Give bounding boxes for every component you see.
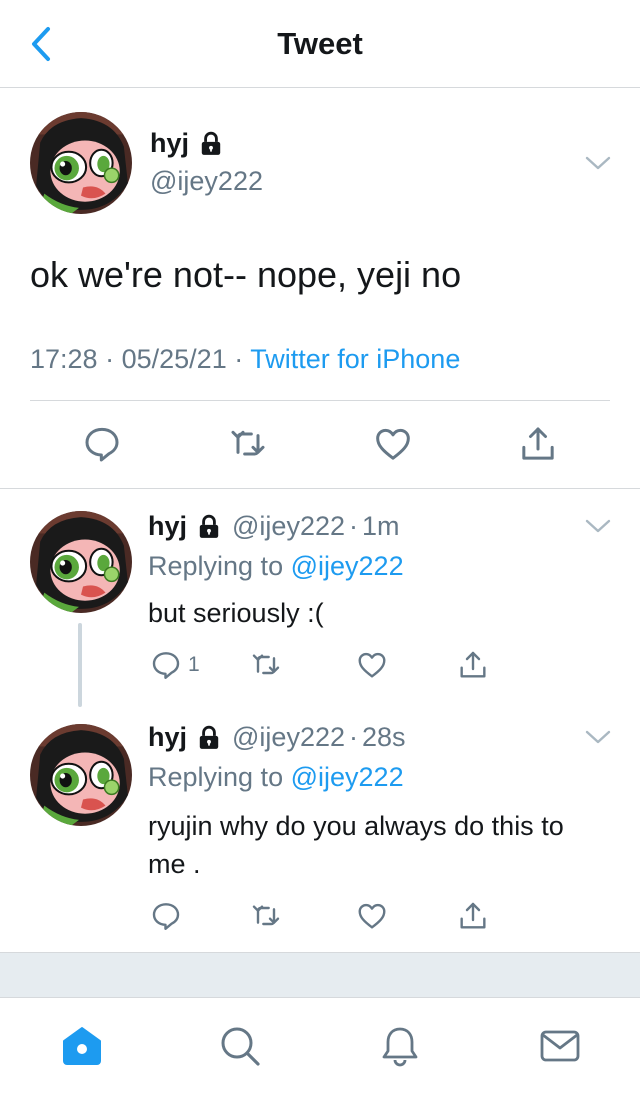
replying-prefix: Replying to	[148, 762, 284, 792]
mention-link[interactable]: @ijey222	[291, 551, 404, 581]
reply-button[interactable]	[82, 424, 122, 464]
notifications-bell-icon	[382, 1027, 418, 1067]
tweet-text: ryujin why do you always do this to me .	[148, 811, 564, 879]
reply-header: hyj @ijey222 · 1m	[148, 511, 400, 542]
author-handle: @ijey222	[232, 511, 345, 541]
avatar[interactable]	[30, 511, 132, 613]
display-name[interactable]: hyj	[148, 722, 187, 753]
replying-to: Replying to @ijey222	[148, 551, 404, 582]
avatar[interactable]	[30, 724, 132, 826]
avatar[interactable]	[30, 112, 132, 214]
tweet-meta: 17:28 · 05/25/21 · Twitter for iPhone	[30, 344, 460, 375]
bottom-tab-bar	[0, 998, 640, 1096]
mention-link[interactable]: @ijey222	[291, 762, 404, 792]
tab-search[interactable]	[218, 1024, 262, 1068]
tweet-text: but seriously :(	[148, 598, 324, 628]
retweet-icon	[250, 649, 282, 681]
share-icon	[457, 649, 489, 681]
lock-icon	[198, 131, 224, 157]
main-tweet[interactable]: hyj @ijey222 ok we're not-- nope, yeji n…	[0, 88, 640, 488]
tab-home[interactable]	[60, 1024, 104, 1068]
chevron-down-icon[interactable]	[584, 728, 612, 746]
tweet-date: 05/25/21	[121, 344, 227, 374]
reply-tweet[interactable]: hyj @ijey222 · 1m Replying to @ijey222 b…	[0, 489, 640, 712]
share-icon	[518, 424, 558, 464]
tweet-age: 28s	[362, 722, 406, 752]
heart-icon	[356, 900, 388, 932]
chevron-down-icon[interactable]	[584, 517, 612, 535]
reply-icon	[150, 649, 182, 681]
retweet-icon	[250, 900, 282, 932]
reply-count: 1	[188, 653, 200, 676]
meta-separator: ·	[234, 344, 244, 374]
divider	[30, 400, 610, 401]
share-icon	[457, 900, 489, 932]
heart-icon	[373, 424, 413, 464]
retweet-icon	[228, 424, 268, 464]
meta-separator: ·	[349, 722, 358, 752]
retweet-button[interactable]	[228, 424, 268, 464]
top-navigation-bar: Tweet	[0, 0, 640, 88]
display-name: hyj	[150, 128, 190, 158]
timeline-end-spacer	[0, 952, 640, 998]
reply-button[interactable]: 1	[150, 649, 200, 681]
display-name[interactable]: hyj	[148, 511, 187, 542]
heart-icon	[356, 649, 388, 681]
author-handle: @ijey222	[150, 166, 263, 196]
like-button[interactable]	[373, 424, 413, 464]
share-button[interactable]	[518, 424, 558, 464]
search-icon	[221, 1027, 260, 1066]
tweet-text: ok we're not-- nope, yeji no	[30, 254, 462, 295]
replying-to: Replying to @ijey222	[148, 762, 404, 793]
replying-prefix: Replying to	[148, 551, 284, 581]
reply-header: hyj @ijey222 · 28s	[148, 722, 406, 753]
meta-separator: ·	[105, 344, 115, 374]
share-button[interactable]	[457, 900, 489, 932]
thread-line	[78, 623, 82, 707]
tweet-age: 1m	[362, 511, 400, 541]
reply-icon	[150, 900, 182, 932]
home-icon	[63, 1027, 101, 1065]
reply-tweet[interactable]: hyj @ijey222 · 28s Replying to @ijey222 …	[0, 712, 640, 952]
tab-messages[interactable]	[538, 1024, 582, 1068]
author-handle: @ijey222	[232, 722, 345, 752]
lock-icon	[196, 514, 222, 540]
author-name[interactable]: hyj	[150, 128, 224, 159]
tab-notifications[interactable]	[378, 1024, 422, 1068]
retweet-button[interactable]	[250, 900, 282, 932]
tweet-time: 17:28	[30, 344, 98, 374]
retweet-button[interactable]	[250, 649, 282, 681]
lock-icon	[196, 725, 222, 751]
share-button[interactable]	[457, 649, 489, 681]
tweet-actions	[0, 424, 640, 468]
page-title: Tweet	[277, 26, 363, 61]
reply-button[interactable]	[150, 900, 182, 932]
chevron-down-icon[interactable]	[584, 154, 612, 172]
like-button[interactable]	[356, 649, 388, 681]
tweet-source-link[interactable]: Twitter for iPhone	[250, 344, 460, 374]
messages-envelope-icon	[540, 1030, 580, 1062]
meta-separator: ·	[349, 511, 358, 541]
like-button[interactable]	[356, 900, 388, 932]
reply-icon	[82, 424, 122, 464]
